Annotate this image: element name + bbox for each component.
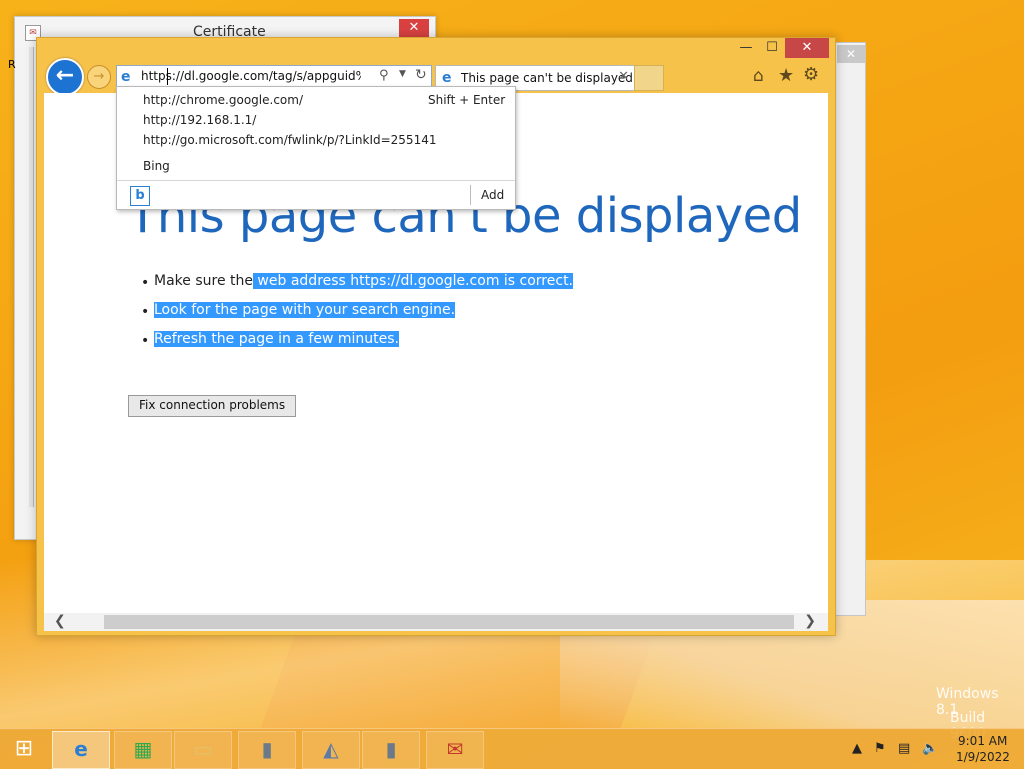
background-window-right[interactable]: ✕: [834, 42, 866, 616]
performance-icon[interactable]: ◭: [302, 731, 360, 769]
store-taskbar-icon[interactable]: ▦: [114, 731, 172, 769]
scrollbar-thumb[interactable]: [104, 615, 794, 629]
autocomplete-hint: Shift + Enter: [428, 93, 506, 107]
bullet-text-selected: web address https://dl.google.com is cor…: [252, 273, 574, 289]
back-button[interactable]: ←: [46, 58, 84, 96]
tab-label: This page can't be displayed: [461, 71, 633, 85]
scroll-right-icon[interactable]: ❯: [804, 613, 816, 629]
ie-taskbar-icon[interactable]: e: [52, 731, 110, 769]
text-caret: [167, 68, 168, 85]
close-button[interactable]: ✕: [785, 38, 829, 58]
horizontal-scrollbar[interactable]: ❮ ❯: [44, 613, 828, 631]
home-icon[interactable]: ⌂: [753, 66, 764, 86]
background-window-letter: R: [8, 58, 16, 71]
divider: [117, 180, 515, 181]
start-button[interactable]: ⊞: [0, 729, 48, 769]
autocomplete-item[interactable]: http://192.168.1.1/: [143, 113, 256, 127]
installer-icon-2[interactable]: ▮: [362, 731, 420, 769]
certificate-body-edge: [29, 47, 34, 507]
minimize-button[interactable]: —: [733, 38, 759, 58]
bullet-text: Make sure the: [154, 273, 253, 289]
volume-muted-icon[interactable]: 🔈: [922, 741, 938, 756]
show-hidden-icons[interactable]: ▲: [852, 741, 862, 756]
address-autocomplete: http://chrome.google.com/ Shift + Enter …: [116, 86, 516, 210]
search-icon[interactable]: ⚲: [379, 68, 389, 83]
star-icon[interactable]: ★: [778, 65, 794, 86]
refresh-icon[interactable]: ↻: [415, 67, 427, 83]
chevron-down-icon[interactable]: ▼: [399, 69, 406, 79]
autocomplete-item[interactable]: http://go.microsoft.com/fwlink/p/?LinkId…: [143, 133, 436, 147]
troubleshooting-list: • Make sure the web address https://dl.go…: [141, 273, 574, 360]
clock-date[interactable]: 1/9/2022: [956, 750, 1010, 764]
bullet-text-selected: Look for the page with your search engin…: [154, 302, 456, 318]
taskbar: ⊞ e ▦ ▭ ▮ ◭ ▮ ✉ ▲ ⚑ ▤ 🔈 9:01 AM 1/9/2022: [0, 728, 1024, 769]
bullet-text-selected: Refresh the page in a few minutes.: [154, 331, 399, 347]
scroll-left-icon[interactable]: ❮: [54, 613, 66, 629]
clock-time[interactable]: 9:01 AM: [958, 734, 1007, 748]
maximize-button[interactable]: ☐: [759, 38, 785, 58]
flag-icon[interactable]: ⚑: [874, 741, 886, 756]
tab-close-icon[interactable]: ✕: [618, 69, 629, 84]
list-item: • Make sure the web address https://dl.go…: [141, 273, 574, 291]
gear-icon[interactable]: ⚙: [803, 64, 819, 85]
window-controls: — ☐ ✕: [733, 38, 829, 58]
divider: [470, 185, 471, 205]
background-close-button[interactable]: ✕: [837, 45, 865, 63]
fix-connection-button[interactable]: Fix connection problems: [128, 395, 297, 417]
list-item: • Look for the page with your search engi…: [141, 302, 456, 320]
certificate-close-button[interactable]: ✕: [399, 19, 429, 37]
ie-tab-icon: e: [442, 70, 452, 86]
installer-icon[interactable]: ▮: [238, 731, 296, 769]
address-input[interactable]: https://dl.google.com/tag/s/appguid%3D%7: [141, 69, 361, 83]
forward-button[interactable]: →: [87, 65, 111, 89]
file-explorer-icon[interactable]: ▭: [174, 731, 232, 769]
bing-icon[interactable]: b: [130, 186, 150, 206]
autocomplete-search-provider[interactable]: Bing: [143, 159, 170, 173]
certificate-taskbar-icon[interactable]: ✉: [426, 731, 484, 769]
ie-logo-icon: e: [121, 69, 131, 85]
new-tab-button[interactable]: [634, 65, 664, 91]
autocomplete-item[interactable]: http://chrome.google.com/: [143, 93, 303, 107]
network-icon[interactable]: ▤: [898, 741, 910, 756]
add-search-provider-button[interactable]: Add: [481, 188, 504, 202]
list-item: • Refresh the page in a few minutes.: [141, 331, 399, 349]
